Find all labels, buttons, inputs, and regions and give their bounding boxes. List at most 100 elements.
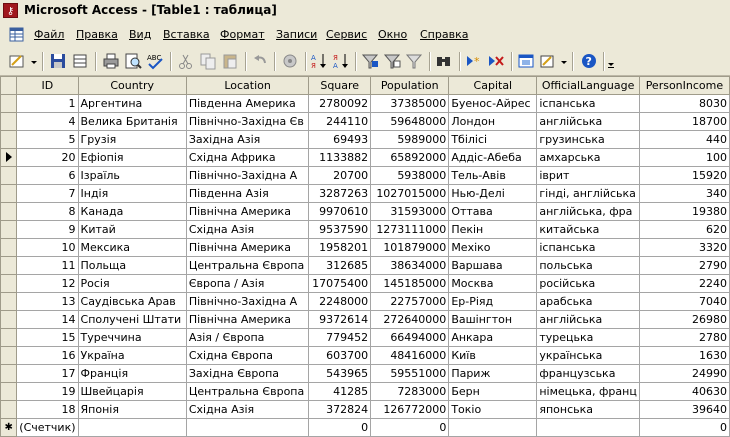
- table-cell[interactable]: 38634000: [370, 256, 450, 275]
- paste-icon[interactable]: [221, 52, 239, 70]
- table-cell[interactable]: Південна Азія: [185, 184, 310, 203]
- table-cell[interactable]: 9970610: [308, 202, 372, 221]
- table-cell[interactable]: Північна Америка: [185, 202, 310, 221]
- table-cell[interactable]: англійська: [536, 310, 640, 329]
- menu-view[interactable]: Вид: [129, 28, 151, 41]
- table-cell[interactable]: 7283000: [370, 382, 450, 401]
- table-cell[interactable]: англійська, фра: [536, 202, 640, 221]
- table-cell[interactable]: Європа / Азія: [185, 274, 310, 293]
- table-cell[interactable]: 18700: [638, 112, 730, 131]
- table-cell[interactable]: [77, 418, 187, 437]
- column-header[interactable]: Capital: [448, 76, 538, 95]
- menu-file[interactable]: Файл: [34, 28, 64, 41]
- print-icon[interactable]: [102, 52, 120, 70]
- table-cell[interactable]: 312685: [308, 256, 372, 275]
- table-cell[interactable]: Західна Азія: [185, 130, 310, 149]
- table-cell[interactable]: 9537590: [308, 220, 372, 239]
- record-selector[interactable]: [0, 310, 18, 329]
- table-cell[interactable]: 620: [638, 220, 730, 239]
- chevron-down-icon[interactable]: [31, 61, 37, 64]
- hyperlink-icon[interactable]: [281, 52, 299, 70]
- new-record-row[interactable]: ✱ (Счетчик) 0 0 0: [0, 418, 730, 437]
- column-header[interactable]: Location: [185, 76, 310, 95]
- table-cell[interactable]: Азія / Європа: [185, 328, 310, 347]
- table-cell[interactable]: Південна Америка: [185, 94, 310, 113]
- table-cell[interactable]: 5938000: [370, 166, 450, 185]
- table-cell[interactable]: [448, 418, 538, 437]
- design-view-icon[interactable]: [8, 52, 26, 70]
- table-cell[interactable]: 20700: [308, 166, 372, 185]
- table-cell[interactable]: 0: [638, 418, 730, 437]
- table-document-icon[interactable]: [9, 27, 24, 42]
- table-cell[interactable]: Україна: [77, 346, 187, 365]
- table-cell[interactable]: Північна Америка: [185, 238, 310, 257]
- table-cell[interactable]: Японія: [77, 400, 187, 419]
- toolbar-options-icon[interactable]: [607, 52, 615, 70]
- table-cell[interactable]: 37385000: [370, 94, 450, 113]
- record-selector[interactable]: [0, 256, 18, 275]
- table-cell[interactable]: Грузія: [77, 130, 187, 149]
- new-record-icon[interactable]: *: [465, 52, 483, 70]
- table-cell[interactable]: грузинська: [536, 130, 640, 149]
- table-cell[interactable]: (Счетчик): [16, 418, 79, 437]
- table-cell[interactable]: німецька, франц: [536, 382, 640, 401]
- table-cell[interactable]: Східна Азія: [185, 220, 310, 239]
- table-cell[interactable]: 2780: [638, 328, 730, 347]
- table-cell[interactable]: 12: [16, 274, 79, 293]
- table-cell[interactable]: 543965: [308, 364, 372, 383]
- record-selector[interactable]: [0, 220, 18, 239]
- table-cell[interactable]: 65892000: [370, 148, 450, 167]
- table-cell[interactable]: 15920: [638, 166, 730, 185]
- table-cell[interactable]: гінді, англійська: [536, 184, 640, 203]
- table-cell[interactable]: 2790: [638, 256, 730, 275]
- table-cell[interactable]: російська: [536, 274, 640, 293]
- table-row[interactable]: 14 Сполучені Штати Північна Америка 9372614…: [0, 310, 730, 329]
- table-cell[interactable]: 9: [16, 220, 79, 239]
- database-window-icon[interactable]: [517, 52, 535, 70]
- table-cell[interactable]: 17075400: [308, 274, 372, 293]
- table-cell[interactable]: 3320: [638, 238, 730, 257]
- table-cell[interactable]: Франція: [77, 364, 187, 383]
- table-cell[interactable]: Східна Азія: [185, 400, 310, 419]
- table-row[interactable]: 16 Україна Східна Європа 603700 48416000 Київ…: [0, 346, 730, 365]
- chevron-down-icon[interactable]: [561, 61, 567, 64]
- table-cell[interactable]: Нью-Делі: [448, 184, 538, 203]
- column-header[interactable]: Square: [308, 76, 372, 95]
- help-icon[interactable]: ?: [580, 52, 598, 70]
- table-cell[interactable]: 22757000: [370, 292, 450, 311]
- column-header[interactable]: PersonIncome: [638, 76, 730, 95]
- table-cell[interactable]: 14: [16, 310, 79, 329]
- table-cell[interactable]: 66494000: [370, 328, 450, 347]
- table-cell[interactable]: Париж: [448, 364, 538, 383]
- table-cell[interactable]: турецька: [536, 328, 640, 347]
- column-header[interactable]: Population: [370, 76, 450, 95]
- record-selector[interactable]: [0, 400, 18, 419]
- table-cell[interactable]: 101879000: [370, 238, 450, 257]
- table-cell[interactable]: 19: [16, 382, 79, 401]
- table-cell[interactable]: Ер-Ріяд: [448, 292, 538, 311]
- table-row[interactable]: 4 Велика Британія Північно-Західна Єв 24411…: [0, 112, 730, 131]
- print-preview-icon[interactable]: [124, 52, 142, 70]
- table-cell[interactable]: Центральна Європа: [185, 382, 310, 401]
- table-cell[interactable]: Північна Америка: [185, 310, 310, 329]
- table-cell[interactable]: 39640: [638, 400, 730, 419]
- table-cell[interactable]: 31593000: [370, 202, 450, 221]
- table-cell[interactable]: 1027015000: [370, 184, 450, 203]
- new-record-asterisk-icon[interactable]: ✱: [0, 418, 18, 437]
- table-cell[interactable]: Західна Європа: [185, 364, 310, 383]
- table-cell[interactable]: 340: [638, 184, 730, 203]
- table-row[interactable]: 15 Туреччина Азія / Європа 779452 66494000 Ан…: [0, 328, 730, 347]
- table-row[interactable]: 13 Саудівська Арав Північно-Західна А 22480…: [0, 292, 730, 311]
- table-cell[interactable]: 603700: [308, 346, 372, 365]
- table-row[interactable]: 20 Ефіопія Східна Африка 1133882 65892000 Адд…: [0, 148, 730, 167]
- table-cell[interactable]: 17: [16, 364, 79, 383]
- table-cell[interactable]: Польща: [77, 256, 187, 275]
- table-cell[interactable]: Лондон: [448, 112, 538, 131]
- menu-tools[interactable]: Сервис: [326, 28, 367, 41]
- table-cell[interactable]: 24990: [638, 364, 730, 383]
- table-cell[interactable]: польська: [536, 256, 640, 275]
- menu-insert[interactable]: Вставка: [163, 28, 210, 41]
- record-selector[interactable]: [0, 148, 18, 167]
- table-cell[interactable]: Китай: [77, 220, 187, 239]
- record-selector[interactable]: [0, 94, 18, 113]
